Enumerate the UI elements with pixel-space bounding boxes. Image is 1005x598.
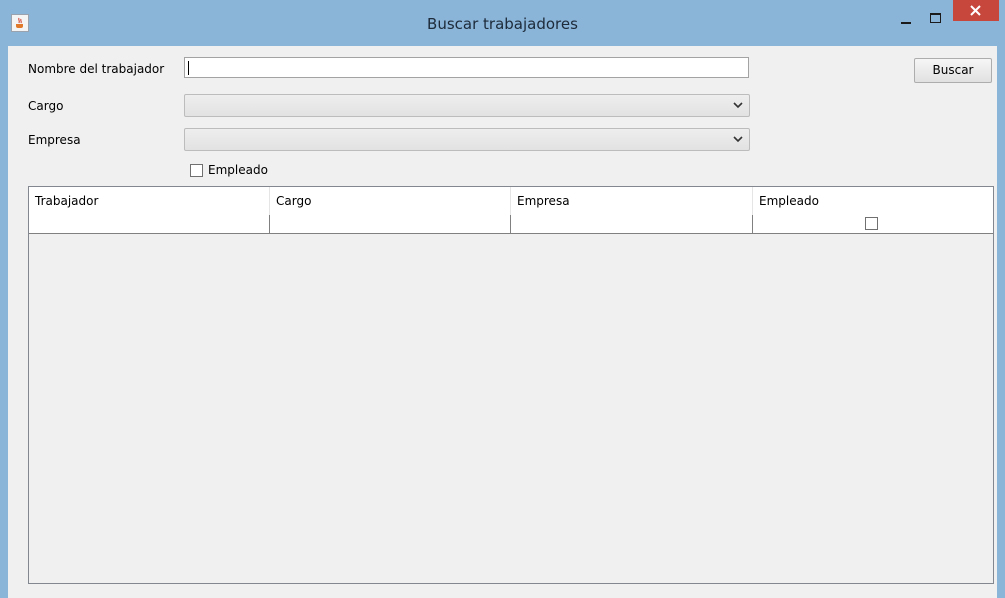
text-caret [188, 61, 189, 75]
cargo-combo[interactable] [184, 94, 750, 117]
nombre-label: Nombre del trabajador [28, 62, 165, 76]
window-title: Buscar trabajadores [427, 15, 578, 33]
dialog-content: Nombre del trabajador Buscar Cargo Empre… [8, 46, 997, 598]
cell-empleado-checkbox[interactable] [865, 217, 878, 230]
window: Buscar trabajadores Nombre del trabajado… [0, 0, 1005, 598]
empleado-checkbox-label[interactable]: Empleado [208, 163, 268, 177]
chevron-down-icon [733, 102, 743, 109]
column-header-empresa[interactable]: Empresa [511, 187, 753, 215]
empleado-checkbox[interactable] [190, 164, 203, 177]
minimize-button[interactable] [893, 9, 920, 29]
cell-empleado[interactable] [753, 215, 993, 233]
empresa-label: Empresa [28, 133, 81, 147]
nombre-input[interactable] [184, 57, 749, 78]
column-header-cargo[interactable]: Cargo [270, 187, 511, 215]
title-bar[interactable]: Buscar trabajadores [0, 0, 1005, 46]
empresa-combo[interactable] [184, 128, 750, 151]
workers-table[interactable]: Trabajador Cargo Empresa Empleado [28, 186, 994, 584]
close-icon [970, 5, 981, 16]
chevron-down-icon [733, 136, 743, 143]
table-row[interactable] [29, 215, 993, 234]
column-header-empleado[interactable]: Empleado [753, 187, 993, 215]
cargo-label: Cargo [28, 99, 64, 113]
table-header: Trabajador Cargo Empresa Empleado [29, 187, 993, 216]
maximize-button[interactable] [922, 9, 949, 29]
close-button[interactable] [953, 0, 999, 21]
cell-trabajador[interactable] [29, 215, 270, 233]
cell-cargo[interactable] [270, 215, 511, 233]
column-header-trabajador[interactable]: Trabajador [29, 187, 270, 215]
cell-empresa[interactable] [511, 215, 753, 233]
buscar-button[interactable]: Buscar [914, 58, 992, 83]
